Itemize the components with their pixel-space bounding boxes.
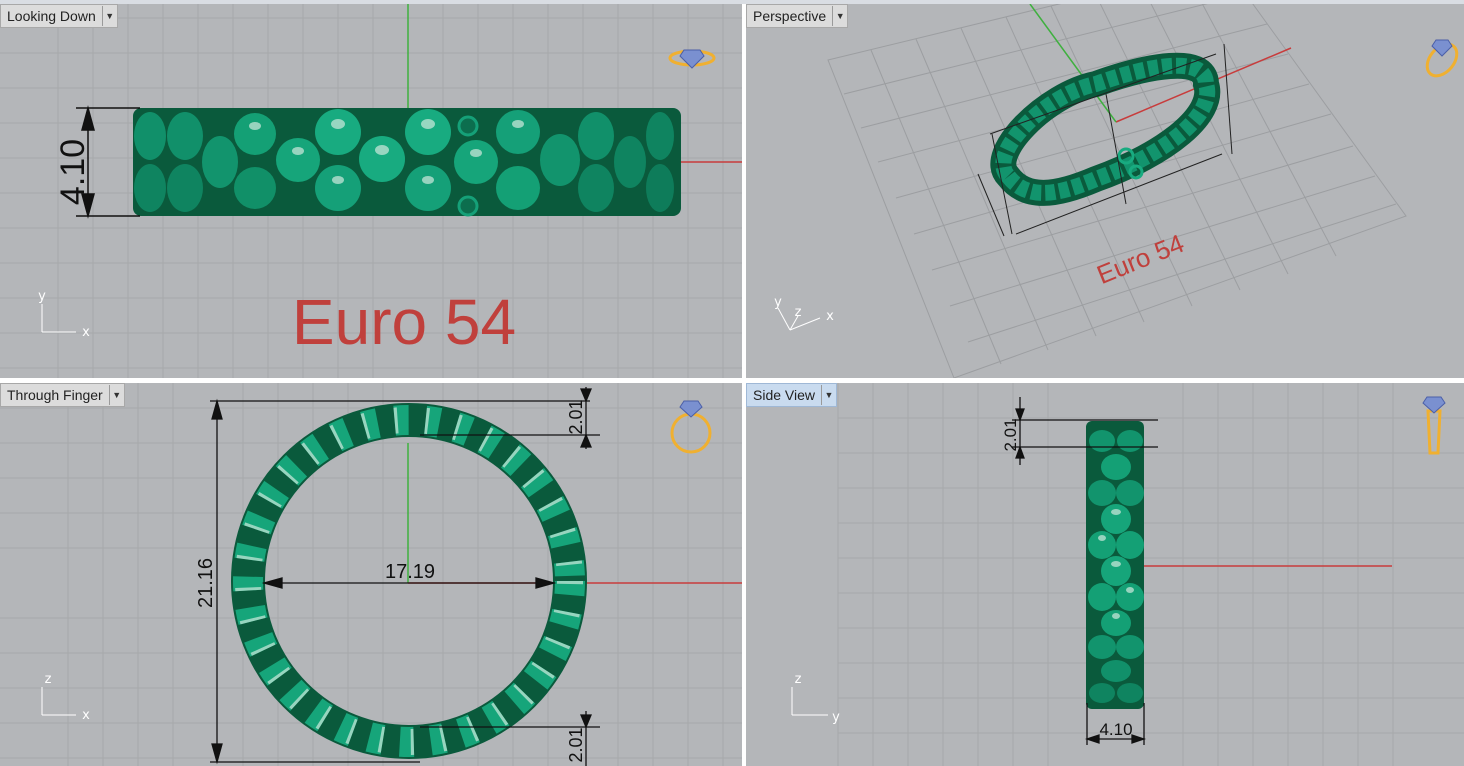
viewport-perspective[interactable]: Euro 54 y z x Perspective ▼ (746, 4, 1464, 378)
ring-side-icon[interactable] (1422, 396, 1446, 455)
bottom-thickness-label: 2.01 (566, 727, 586, 762)
dropdown-arrow-icon[interactable]: ▼ (832, 6, 847, 26)
axis-y-label: y (774, 295, 782, 310)
viewport-side-view[interactable]: 2.01 4.10 z y Side View ▼ (746, 383, 1464, 766)
size-annotation: Euro 54 (292, 286, 516, 358)
axis-indicator (41, 304, 76, 333)
axis-y-label: y (832, 710, 840, 725)
axis-z-label: z (45, 672, 52, 687)
perspective-scene: Euro 54 y z x (774, 4, 1463, 378)
axis-indicator (791, 687, 828, 716)
viewport-title: Through Finger (7, 387, 103, 403)
dropdown-arrow-icon[interactable]: ▼ (101, 6, 117, 26)
viewport-title: Side View (753, 387, 816, 403)
axis-z-label: z (795, 305, 802, 320)
axis-y-label: y (38, 289, 46, 304)
axis-z-label: z (795, 672, 802, 687)
height-dimension-label: 4.10 (54, 139, 92, 205)
size-annotation: Euro 54 (1093, 228, 1189, 290)
viewport-through-finger[interactable]: 21.16 17.19 2.01 2.01 z x Through Finger… (0, 383, 742, 766)
viewport-tab-side-view[interactable]: Side View ▼ (746, 383, 838, 407)
viewport-tab-looking-down[interactable]: Looking Down ▼ (0, 4, 118, 28)
axis-x-label: x (82, 708, 90, 723)
top-thickness-label: 2.01 (1001, 418, 1020, 451)
looking-down-scene: 4.10 Euro 54 y x (0, 4, 742, 378)
through-finger-scene: 21.16 17.19 2.01 2.01 z x (0, 383, 742, 766)
viewport-divider-horizontal[interactable] (0, 378, 1464, 383)
axis-indicator (41, 687, 76, 716)
grid (837, 383, 1464, 766)
perspective-grid (827, 4, 1407, 378)
inner-diameter-label: 17.19 (385, 561, 435, 583)
ring-perspective-icon[interactable] (1421, 38, 1463, 81)
side-view-scene: 2.01 4.10 z y (791, 383, 1464, 766)
viewport-title: Perspective (753, 8, 827, 24)
top-thickness-label: 2.01 (566, 399, 586, 434)
ring-perspective-model[interactable] (990, 52, 1221, 206)
viewport-tab-through-finger[interactable]: Through Finger ▼ (0, 383, 125, 407)
dropdown-arrow-icon[interactable]: ▼ (108, 385, 124, 405)
axis-x-label: x (826, 309, 834, 324)
width-dimension-label: 4.10 (1099, 720, 1132, 739)
ring-front-icon[interactable] (670, 400, 712, 454)
viewport-looking-down[interactable]: 4.10 Euro 54 y x Looking Down ▼ (0, 4, 742, 378)
outer-diameter-label: 21.16 (195, 558, 217, 608)
axis-x-label: x (82, 325, 90, 340)
viewport-title: Looking Down (7, 8, 96, 24)
dropdown-arrow-icon[interactable]: ▼ (821, 385, 836, 405)
ring-top-icon[interactable] (668, 49, 716, 69)
viewport-tab-perspective[interactable]: Perspective ▼ (746, 4, 849, 28)
